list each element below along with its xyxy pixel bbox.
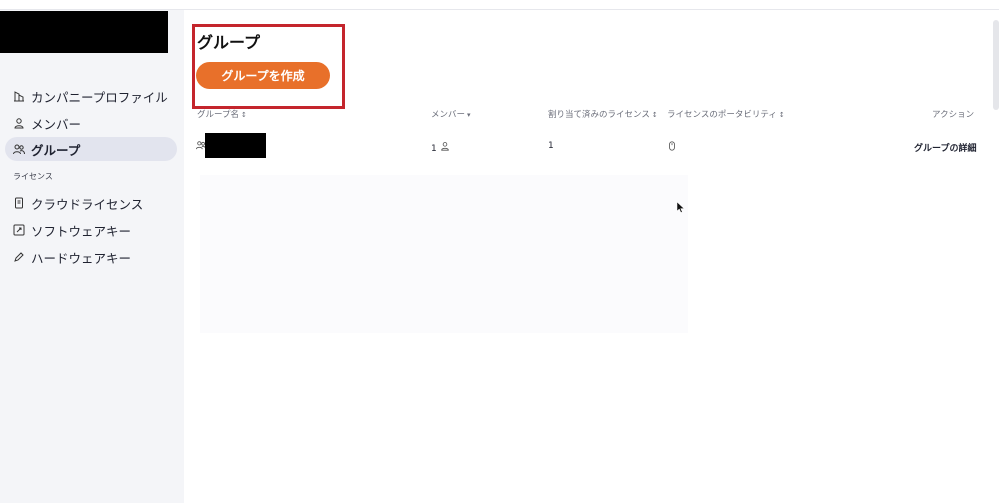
column-header-license-portability[interactable]: ライセンスのポータビリティ ↕ (667, 108, 785, 120)
create-group-button[interactable]: グループを作成 (196, 62, 330, 89)
sidebar-item-label: カンパニープロファイル (31, 89, 168, 105)
sidebar-item-groups[interactable]: グループ (5, 137, 177, 161)
sidebar-item-label: メンバー (31, 116, 82, 132)
table-cell-assigned: 1 (548, 141, 554, 151)
content-area (200, 175, 688, 333)
sidebar-item-company-profile[interactable]: カンパニープロファイル (5, 84, 177, 108)
column-header-action: アクション (932, 110, 975, 120)
sidebar-item-cloud-license[interactable]: クラウドライセンス (5, 191, 177, 215)
sidebar-item-hardware-key[interactable]: ハードウェアキー (5, 245, 177, 269)
person-icon (440, 142, 450, 154)
document-icon (13, 197, 25, 209)
column-header-members[interactable]: メンバー ▾ (431, 108, 471, 120)
key-box-icon (13, 224, 25, 236)
redacted-group-name[interactable] (205, 133, 266, 158)
sidebar-item-label: グループ (31, 142, 81, 158)
sidebar-item-members[interactable]: メンバー (5, 111, 177, 135)
column-header-assigned-licenses[interactable]: 割り当て済みのライセンス ↕ (548, 108, 658, 120)
mouse-cursor-icon (677, 202, 685, 213)
sidebar-item-label: ソフトウェアキー (31, 223, 132, 239)
sidebar-item-label: クラウドライセンス (31, 196, 144, 212)
building-icon (13, 90, 25, 102)
person-icon (13, 117, 25, 129)
top-bar (0, 0, 999, 10)
group-details-link[interactable]: グループの詳細 (914, 141, 976, 154)
license-section-label: ライセンス (13, 172, 53, 181)
scrollbar[interactable] (993, 20, 999, 110)
sidebar-item-label: ハードウェアキー (31, 250, 132, 266)
column-header-group-name[interactable]: グループ名 ↕ (197, 108, 247, 120)
sort-icon: ↕ (651, 111, 658, 119)
sort-icon: ↕ (241, 111, 247, 119)
mouse-icon (667, 141, 677, 154)
table-cell-members: 1 (431, 141, 450, 154)
group-icon (13, 143, 25, 155)
sort-down-icon: ▾ (467, 111, 471, 119)
pen-icon (13, 251, 25, 263)
redacted-logo (0, 11, 168, 53)
sidebar-item-software-key[interactable]: ソフトウェアキー (5, 218, 177, 242)
page-title: グループ (197, 33, 261, 52)
sort-icon: ↕ (778, 111, 785, 119)
